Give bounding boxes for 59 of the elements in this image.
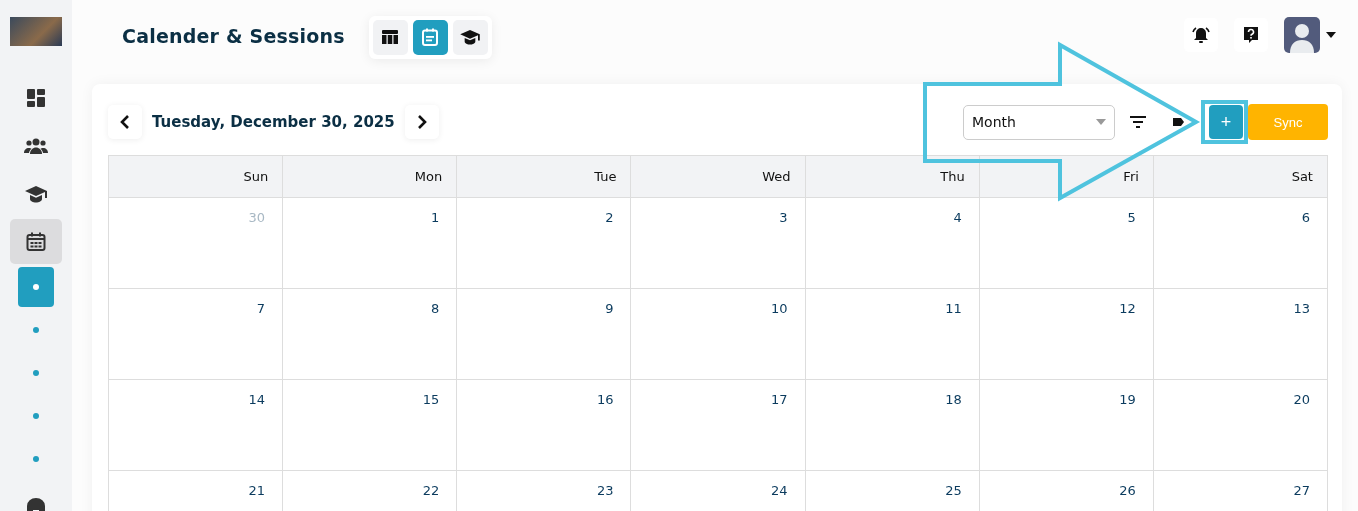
- chevron-left-icon: [120, 115, 130, 129]
- dashboard-icon: [26, 87, 46, 108]
- day-cell[interactable]: 17: [631, 380, 806, 471]
- previous-button[interactable]: [108, 105, 142, 139]
- photo-placeholder: [10, 17, 62, 46]
- day-cell[interactable]: 25: [805, 471, 980, 511]
- day-cell[interactable]: 27: [1153, 471, 1328, 511]
- day-cell[interactable]: 24: [631, 471, 806, 511]
- day-cell[interactable]: 22: [283, 471, 458, 511]
- caret-icon: [1096, 119, 1106, 125]
- day-cell[interactable]: 5: [979, 198, 1154, 289]
- weekday-header: Sun: [109, 156, 284, 198]
- weekday-header: Sat: [1153, 156, 1328, 198]
- day-cell[interactable]: 23: [457, 471, 632, 511]
- filter-icon: [1130, 116, 1146, 128]
- day-cell[interactable]: 10: [631, 289, 806, 380]
- help-icon: [1243, 26, 1259, 44]
- day-cell[interactable]: 9: [457, 289, 632, 380]
- weekday-header: Tue: [457, 156, 632, 198]
- table-icon: [382, 29, 399, 45]
- day-cell[interactable]: 1: [283, 198, 458, 289]
- day-cell[interactable]: 13: [1153, 289, 1328, 380]
- calendar-icon: [26, 231, 46, 252]
- day-cell[interactable]: 19: [979, 380, 1154, 471]
- graduation-cap-icon: [25, 184, 47, 203]
- calendar-icon: [422, 28, 439, 46]
- graduation-cap-icon: [460, 29, 481, 45]
- weekday-header: Thu: [805, 156, 980, 198]
- weekday-header: Mon: [283, 156, 458, 198]
- tag-icon: [1171, 116, 1185, 128]
- day-cell[interactable]: 21: [109, 471, 284, 511]
- sidebar-calendar-item[interactable]: [10, 219, 62, 264]
- avatar-silhouette[interactable]: [1284, 17, 1320, 53]
- day-cell[interactable]: 2: [457, 198, 632, 289]
- chevron-right-icon: [416, 115, 427, 129]
- current-date: Tuesday, December 30, 2025: [152, 113, 395, 131]
- weekday-header: Wed: [631, 156, 806, 198]
- day-cell[interactable]: 26: [979, 471, 1154, 511]
- day-cell[interactable]: 8: [283, 289, 458, 380]
- day-cell[interactable]: 15: [283, 380, 458, 471]
- graduation-view-button[interactable]: [452, 19, 488, 55]
- table-view-button[interactable]: [372, 19, 408, 55]
- day-cell[interactable]: 20: [1153, 380, 1328, 471]
- day-cell[interactable]: 7: [109, 289, 284, 380]
- highlight-frame: [1201, 100, 1248, 144]
- bell-icon: [1192, 26, 1210, 44]
- next-button[interactable]: [404, 105, 439, 139]
- day-cell[interactable]: 12: [979, 289, 1154, 380]
- page-title: Calender & Sessions: [122, 25, 345, 47]
- day-cell[interactable]: 6: [1153, 198, 1328, 289]
- day-cell[interactable]: 3: [631, 198, 806, 289]
- day-cell[interactable]: 18: [805, 380, 980, 471]
- day-cell[interactable]: 4: [805, 198, 980, 289]
- people-icon: [24, 136, 48, 155]
- day-cell[interactable]: 16: [457, 380, 632, 471]
- day-cell[interactable]: 14: [109, 380, 284, 471]
- caret-icon[interactable]: [1326, 32, 1336, 38]
- day-cell[interactable]: 11: [805, 289, 980, 380]
- view-select[interactable]: Month: [963, 104, 1115, 140]
